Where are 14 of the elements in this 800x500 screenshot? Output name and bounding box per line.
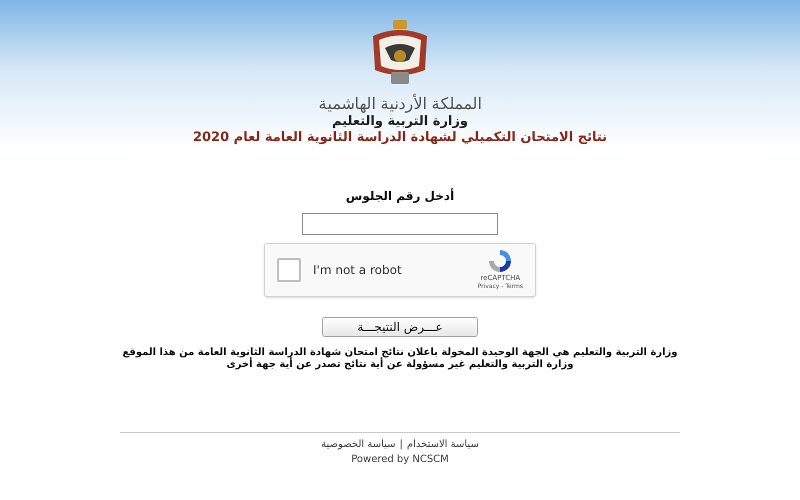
notice-text: وزارة التربية والتعليم هي الجهة الوحيدة المخولة باعلان نتائج امتحان شهادة الدراسة الثانوية العامة من هذا الموقع xyxy=(122,346,678,358)
page-title: نتائج الامتحان التكميلي لشهادة الدراسة الثانوية العامة لعام 2020 xyxy=(192,130,608,146)
footer-link[interactable]: سياسة الاستخدام xyxy=(406,436,479,452)
seat-number-label: أدخل رقم الجلوس xyxy=(346,187,454,204)
ministry-name: وزارة التربية والتعليم xyxy=(332,114,468,130)
seat-number-field[interactable] xyxy=(302,212,498,234)
powered-by-text: Powered by NCSCM xyxy=(351,452,449,466)
kingdom-name: المملكة الأردنية الهاشمية xyxy=(318,94,482,114)
recaptcha-label: I'm not a robot xyxy=(313,262,403,278)
recaptcha-checkbox[interactable] xyxy=(277,258,301,282)
notice-text: وزارة التربية والتعليم غير مسؤولة عن أية نتائج تصدر عن أية جهة أخرى xyxy=(226,359,574,372)
footer-separator: | xyxy=(400,438,403,452)
show-result-button[interactable]: عـــرض النتيجـــة xyxy=(322,316,478,336)
footer-link[interactable]: سياسة الخصوصية xyxy=(321,436,396,452)
